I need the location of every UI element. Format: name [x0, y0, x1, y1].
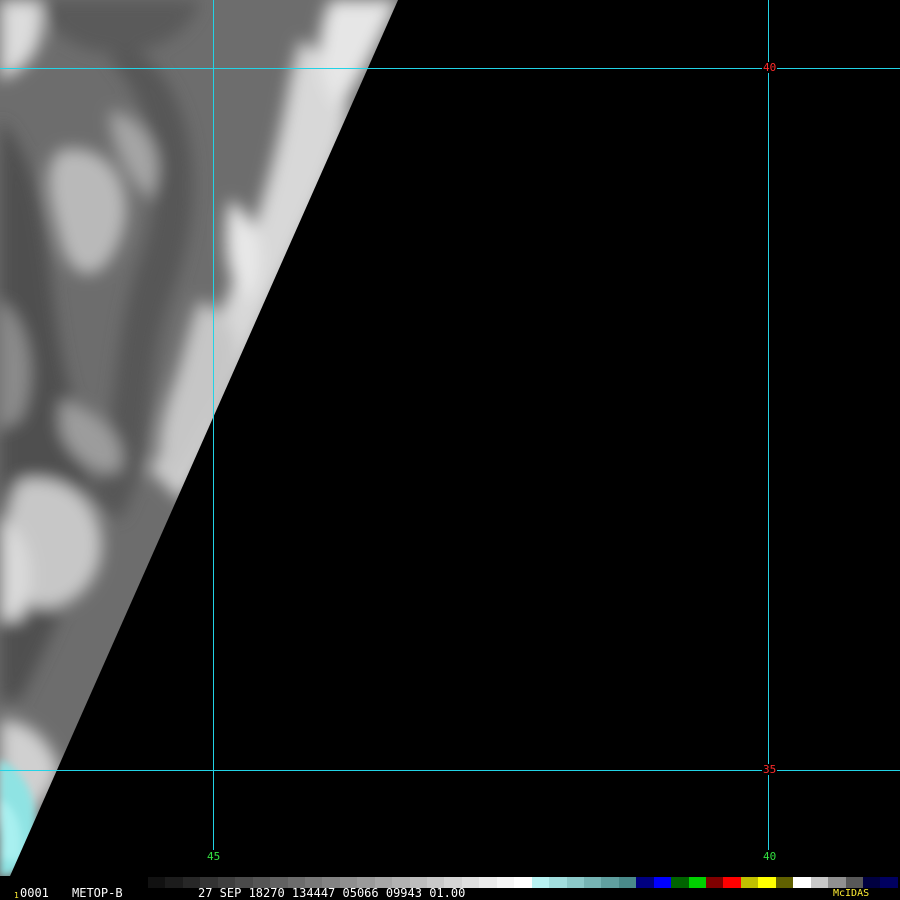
software-name: McIDAS — [833, 888, 870, 899]
colorbar-segment — [758, 877, 776, 888]
colorbar-segment — [740, 877, 759, 888]
colorbar-segment — [862, 877, 881, 888]
colorbar-segment — [566, 877, 584, 888]
colorbar-segment — [549, 877, 567, 888]
frame-marker: 1 — [14, 891, 19, 900]
longitude-label-45: 45 — [206, 850, 222, 863]
colorbar-segment — [775, 877, 794, 888]
colorbar-segment — [810, 877, 829, 888]
latitude-label-35: 35 — [762, 763, 778, 776]
colorbar-segment — [165, 877, 183, 888]
latitude-label-40: 40 — [762, 61, 778, 74]
colorbar-segment — [723, 877, 741, 888]
colorbar-segment — [514, 877, 532, 888]
colorbar-segment — [671, 877, 689, 888]
colorbar-segment — [706, 877, 724, 888]
satellite-swath — [0, 0, 398, 876]
colorbar-segment — [828, 877, 846, 888]
colorbar-segment — [880, 877, 898, 888]
colorbar-segment — [653, 877, 672, 888]
colorbar-segment — [148, 877, 166, 888]
satellite-image-viewer: 40 35 45 40 1 0001 METOP-B 27 SEP 18270 … — [0, 0, 900, 900]
longitude-label-40: 40 — [762, 850, 778, 863]
status-bar: 1 0001 METOP-B 27 SEP 18270 134447 05066… — [0, 876, 900, 900]
colorbar-segment — [688, 877, 706, 888]
colorbar-segment — [531, 877, 550, 888]
frame-number: 0001 — [20, 886, 49, 900]
colorbar-segment — [583, 877, 602, 888]
colorbar-segment — [496, 877, 515, 888]
colorbar-segment — [845, 877, 863, 888]
colorbar-segment — [479, 877, 497, 888]
satellite-name: METOP-B — [72, 886, 123, 900]
colorbar-segment — [636, 877, 654, 888]
colorbar-segment — [618, 877, 637, 888]
colorbar-segment — [601, 877, 619, 888]
image-header-info: 27 SEP 18270 134447 05066 09943 01.00 — [198, 886, 466, 900]
colorbar-segment — [793, 877, 811, 888]
infrared-satellite-imagery — [0, 0, 900, 876]
